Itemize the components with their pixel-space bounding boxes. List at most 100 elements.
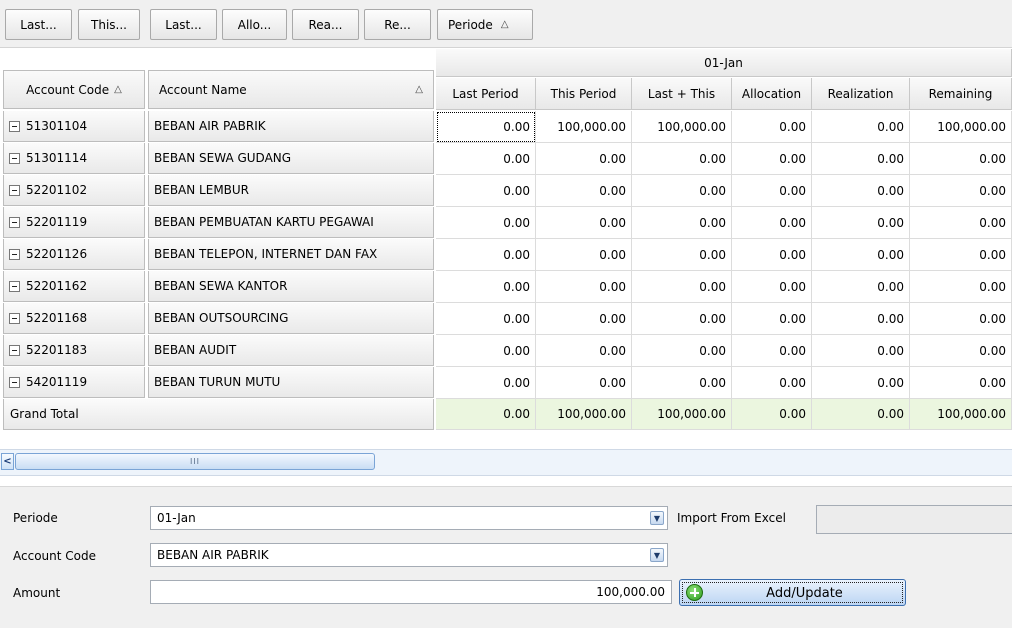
data-cell[interactable]: 0.00: [536, 175, 632, 207]
periode-combobox[interactable]: 01-Jan: [150, 506, 668, 530]
row-header-account-name-cell[interactable]: BEBAN AIR PABRIK: [148, 111, 434, 142]
data-cell[interactable]: 0.00: [732, 239, 812, 271]
data-cell[interactable]: 0.00: [732, 271, 812, 303]
column-header[interactable]: Realization: [812, 78, 910, 110]
data-cell[interactable]: 0.00: [812, 367, 910, 399]
data-cell[interactable]: 0.00: [436, 303, 536, 335]
chevron-down-icon[interactable]: ▼: [650, 511, 664, 525]
column-header[interactable]: Allocation: [732, 78, 812, 110]
field-button-this-period[interactable]: This...: [78, 9, 140, 40]
data-cell[interactable]: 0.00: [436, 143, 536, 175]
minus-box-icon[interactable]: [9, 184, 20, 196]
minus-box-icon[interactable]: [9, 248, 20, 260]
grand-total-cell[interactable]: 0.00: [812, 399, 910, 430]
data-cell[interactable]: 0.00: [632, 367, 732, 399]
data-cell[interactable]: 0.00: [536, 239, 632, 271]
row-header-account-name-cell[interactable]: BEBAN OUTSOURCING: [148, 303, 434, 334]
row-header-account-name-cell[interactable]: BEBAN TURUN MUTU: [148, 367, 434, 398]
data-cell[interactable]: 0.00: [436, 367, 536, 399]
column-header[interactable]: This Period: [536, 78, 632, 110]
row-header-account-name-cell[interactable]: BEBAN PEMBUATAN KARTU PEGAWAI: [148, 207, 434, 238]
data-cell[interactable]: 0.00: [632, 207, 732, 239]
row-header-account-code-cell[interactable]: 52201162: [3, 271, 145, 302]
data-cell[interactable]: 0.00: [910, 271, 1012, 303]
grand-total-cell[interactable]: 0.00: [436, 399, 536, 430]
minus-box-icon[interactable]: [9, 120, 20, 132]
minus-box-icon[interactable]: [9, 376, 20, 388]
data-cell[interactable]: 0.00: [436, 175, 536, 207]
grand-total-header[interactable]: Grand Total: [3, 399, 434, 430]
data-cell[interactable]: 0.00: [910, 335, 1012, 367]
data-cell[interactable]: 100,000.00: [536, 111, 632, 143]
data-cell[interactable]: 100,000.00: [910, 111, 1012, 143]
data-cell[interactable]: 0.00: [812, 111, 910, 143]
data-cell[interactable]: 0.00: [632, 271, 732, 303]
row-header-account-name-cell[interactable]: BEBAN SEWA GUDANG: [148, 143, 434, 174]
row-header-account-name-cell[interactable]: BEBAN LEMBUR: [148, 175, 434, 206]
data-cell[interactable]: 0.00: [732, 175, 812, 207]
data-cell[interactable]: 0.00: [812, 143, 910, 175]
data-cell[interactable]: 0.00: [732, 335, 812, 367]
data-cell[interactable]: 0.00: [436, 207, 536, 239]
row-header-account-code-cell[interactable]: 51301104: [3, 111, 145, 142]
data-cell[interactable]: 0.00: [732, 111, 812, 143]
row-header-account-code-cell[interactable]: 51301114: [3, 143, 145, 174]
data-cell[interactable]: 0.00: [732, 143, 812, 175]
data-cell[interactable]: 0.00: [536, 367, 632, 399]
data-cell[interactable]: 0.00: [910, 239, 1012, 271]
row-header-account-code-cell[interactable]: 54201119: [3, 367, 145, 398]
data-cell[interactable]: 0.00: [536, 303, 632, 335]
data-cell[interactable]: 0.00: [812, 239, 910, 271]
data-cell[interactable]: 100,000.00: [632, 111, 732, 143]
data-cell[interactable]: 0.00: [536, 271, 632, 303]
row-header-account-code-cell[interactable]: 52201183: [3, 335, 145, 366]
field-button-last-this[interactable]: Last...: [150, 9, 217, 40]
data-cell[interactable]: 0.00: [536, 207, 632, 239]
data-cell[interactable]: 0.00: [632, 303, 732, 335]
data-cell[interactable]: 0.00: [910, 143, 1012, 175]
data-cell[interactable]: 0.00: [436, 239, 536, 271]
data-cell[interactable]: 0.00: [812, 303, 910, 335]
data-cell[interactable]: 0.00: [632, 335, 732, 367]
data-cell[interactable]: 0.00: [910, 367, 1012, 399]
row-header-account-code[interactable]: Account Code △: [3, 70, 145, 109]
data-cell[interactable]: 0.00: [910, 303, 1012, 335]
data-cell[interactable]: 0.00: [910, 175, 1012, 207]
scrollbar-thumb[interactable]: III: [15, 453, 375, 470]
grand-total-cell[interactable]: 100,000.00: [536, 399, 632, 430]
grand-total-cell[interactable]: 100,000.00: [910, 399, 1012, 430]
data-cell[interactable]: 0.00: [812, 207, 910, 239]
arrow-left-icon[interactable]: <: [1, 453, 14, 470]
column-header[interactable]: Last + This: [632, 78, 732, 110]
field-button-realization[interactable]: Rea...: [292, 9, 359, 40]
row-header-account-name-cell[interactable]: BEBAN SEWA KANTOR: [148, 271, 434, 302]
column-header[interactable]: Remaining: [910, 78, 1012, 110]
data-cell[interactable]: 0.00: [436, 271, 536, 303]
data-cell[interactable]: 0.00: [812, 175, 910, 207]
row-header-account-name[interactable]: Account Name △: [148, 70, 434, 109]
data-cell[interactable]: 0.00: [632, 143, 732, 175]
column-header[interactable]: Last Period: [436, 78, 536, 110]
amount-input[interactable]: 100,000.00: [150, 580, 672, 604]
field-button-last-period[interactable]: Last...: [5, 9, 72, 40]
import-file-field[interactable]: [816, 505, 1012, 534]
field-button-periode[interactable]: Periode △: [437, 9, 533, 40]
chevron-down-icon[interactable]: ▼: [650, 548, 664, 562]
add-update-button[interactable]: Add/Update: [679, 579, 906, 606]
row-header-account-code-cell[interactable]: 52201119: [3, 207, 145, 238]
minus-box-icon[interactable]: [9, 312, 20, 324]
data-cell[interactable]: 0.00: [732, 367, 812, 399]
minus-box-icon[interactable]: [9, 216, 20, 228]
grand-total-cell[interactable]: 0.00: [732, 399, 812, 430]
minus-box-icon[interactable]: [9, 344, 20, 356]
data-cell[interactable]: 0.00: [632, 239, 732, 271]
row-header-account-code-cell[interactable]: 52201126: [3, 239, 145, 270]
data-cell[interactable]: 0.00: [812, 271, 910, 303]
minus-box-icon[interactable]: [9, 280, 20, 292]
data-cell[interactable]: 0.00: [632, 175, 732, 207]
data-cell[interactable]: 0.00: [536, 143, 632, 175]
field-button-allocation[interactable]: Allo...: [222, 9, 287, 40]
data-cell[interactable]: 0.00: [436, 335, 536, 367]
data-cell[interactable]: 0.00: [910, 207, 1012, 239]
row-header-account-name-cell[interactable]: BEBAN TELEPON, INTERNET DAN FAX: [148, 239, 434, 270]
